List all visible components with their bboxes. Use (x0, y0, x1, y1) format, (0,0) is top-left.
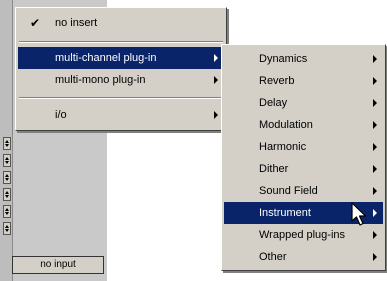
menu-separator (19, 41, 223, 43)
chevron-right-icon (373, 143, 377, 151)
menu-item-label: multi-mono plug-in (55, 74, 146, 86)
up-down-stepper-icon[interactable] (3, 188, 11, 201)
chevron-right-icon (373, 77, 377, 85)
menu-item-label: no insert (55, 17, 98, 29)
submenu-item-delay[interactable]: Delay (224, 92, 383, 114)
chevron-right-icon (373, 253, 377, 261)
mouse-pointer-icon (351, 202, 367, 226)
menu-item-label: i/o (55, 109, 67, 121)
menu-item-label: Reverb (259, 75, 295, 87)
chevron-right-icon (214, 76, 218, 84)
menu-item-multi-channel-plugin[interactable]: multi-channel plug-in (18, 47, 224, 69)
submenu-item-dynamics[interactable]: Dynamics (224, 48, 383, 70)
submenu-item-sound-field[interactable]: Sound Field (224, 180, 383, 202)
menu-item-label: Harmonic (259, 141, 307, 153)
chevron-right-icon (373, 187, 377, 195)
menu-item-label: Dynamics (259, 53, 308, 65)
menu-item-label: Instrument (259, 207, 311, 219)
menu-separator (19, 97, 223, 99)
chevron-right-icon (214, 54, 218, 62)
up-down-stepper-icon[interactable] (3, 205, 11, 218)
menu-item-label: Delay (259, 97, 288, 109)
chevron-right-icon (214, 111, 218, 119)
submenu-item-harmonic[interactable]: Harmonic (224, 136, 383, 158)
menu-item-label: Wrapped plug-ins (259, 229, 346, 241)
input-selector-button[interactable]: no input (12, 256, 104, 274)
menu-item-label: Dither (259, 163, 289, 175)
menu-item-multi-mono-plugin[interactable]: multi-mono plug-in (18, 69, 224, 91)
chevron-right-icon (373, 165, 377, 173)
chevron-right-icon (373, 121, 377, 129)
menu-item-label: multi-channel plug-in (55, 52, 157, 64)
chevron-right-icon (373, 55, 377, 63)
up-down-stepper-icon[interactable] (3, 137, 11, 150)
up-down-stepper-icon[interactable] (3, 222, 11, 235)
chevron-right-icon (373, 99, 377, 107)
insert-menu: ✔ no insert multi-channel plug-in multi-… (15, 7, 227, 131)
menu-item-label: Modulation (259, 119, 313, 131)
chevron-right-icon (373, 231, 377, 239)
menu-item-label: Sound Field (259, 185, 318, 197)
up-down-stepper-icon[interactable] (3, 171, 11, 184)
check-icon: ✔ (30, 16, 41, 30)
chevron-right-icon (373, 209, 377, 217)
menu-item-no-insert[interactable]: ✔ no insert (18, 12, 224, 34)
submenu-item-reverb[interactable]: Reverb (224, 70, 383, 92)
submenu-item-modulation[interactable]: Modulation (224, 114, 383, 136)
plugin-category-submenu: Dynamics Reverb Delay Modulation Harmoni… (221, 44, 386, 271)
menu-item-io[interactable]: i/o (18, 104, 224, 126)
menu-item-label: Other (259, 251, 287, 263)
up-down-stepper-icon[interactable] (3, 154, 11, 167)
submenu-item-other[interactable]: Other (224, 246, 383, 268)
submenu-item-dither[interactable]: Dither (224, 158, 383, 180)
